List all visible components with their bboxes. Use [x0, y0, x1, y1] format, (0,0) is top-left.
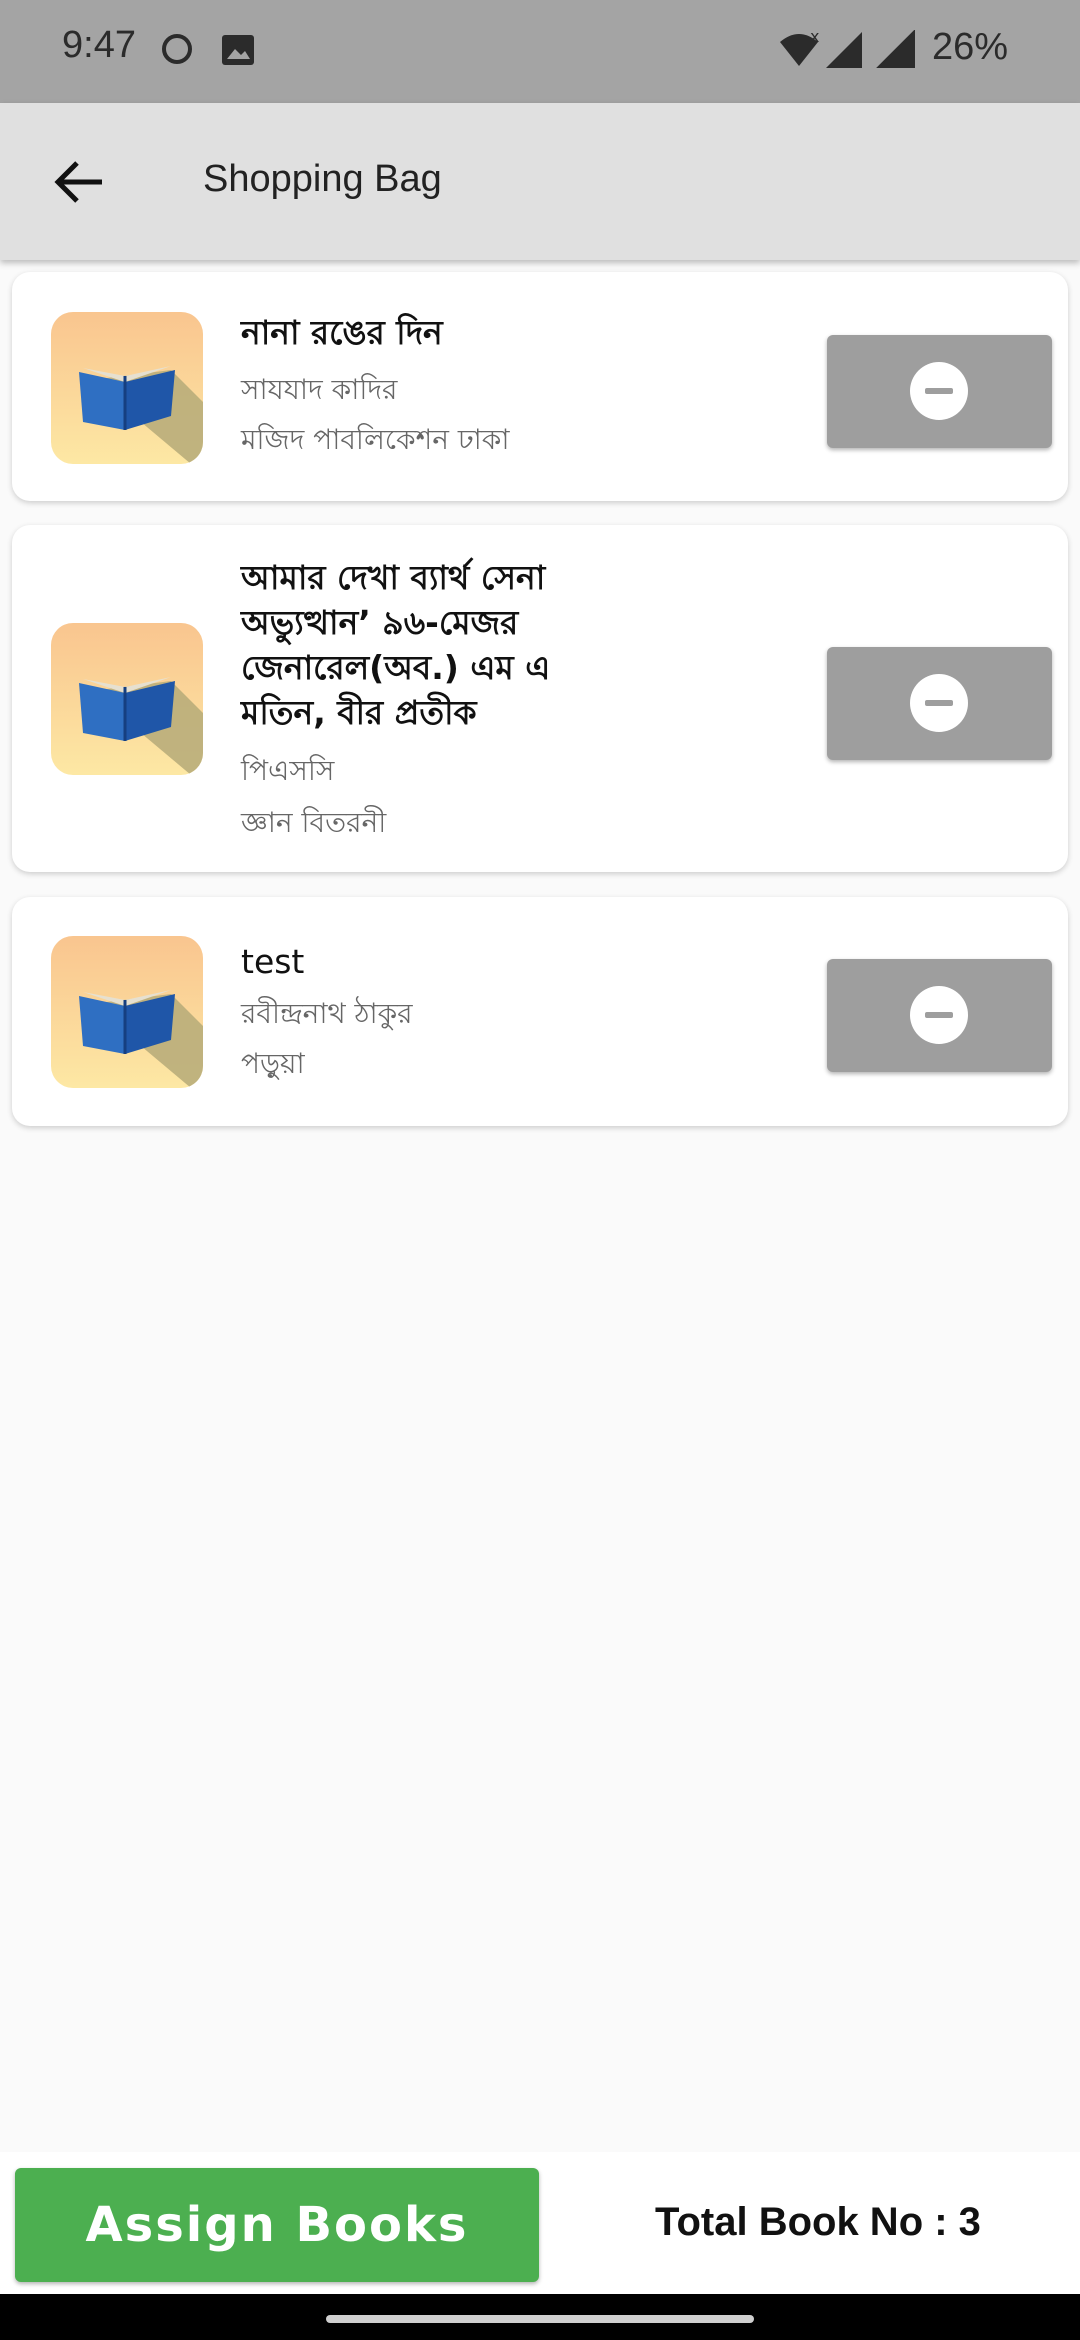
book-publisher: জ্ঞান বিতরনী — [241, 806, 387, 839]
system-nav-bar — [0, 2294, 1080, 2340]
signal-icon — [826, 32, 862, 68]
status-bar: 9:47 x 26% — [0, 0, 1080, 103]
open-book-icon — [51, 312, 203, 464]
book-author: রবীন্দ্রনাথ ঠাকুর — [241, 997, 413, 1030]
book-publisher: পড়ুয়া — [241, 1047, 305, 1080]
battery-level: 26% — [932, 26, 1009, 68]
image-notification-icon — [222, 35, 254, 65]
remove-book-button[interactable] — [827, 647, 1052, 760]
home-gesture-handle[interactable] — [326, 2315, 754, 2323]
book-author: সাযযাদ কাদির — [241, 373, 398, 406]
book-author: পিএসসি — [241, 754, 335, 787]
book-title: নানা রঙের দিন — [241, 313, 443, 352]
arrow-back-icon[interactable] — [44, 147, 114, 217]
book-card: test রবীন্দ্রনাথ ঠাকুর পড়ুয়া — [12, 897, 1068, 1126]
remove-book-button[interactable] — [827, 335, 1052, 448]
status-time: 9:47 — [62, 24, 136, 66]
open-book-icon — [51, 623, 203, 775]
signal-secondary-icon — [876, 30, 915, 68]
minus-circle-icon — [910, 362, 968, 420]
page-title: Shopping Bag — [203, 158, 442, 200]
wifi-icon: x — [780, 30, 819, 66]
book-card: নানা রঙের দিন সাযযাদ কাদির মজিদ পাবলিকেশ… — [12, 272, 1068, 501]
notification-circle-icon — [162, 34, 192, 64]
book-publisher: মজিদ পাবলিকেশন ঢাকা — [241, 423, 510, 456]
book-card: আমার দেখা ব্যার্থ সেনা অভ্যুত্থান’ ৯৬-মে… — [12, 525, 1068, 872]
svg-text:x: x — [810, 30, 819, 46]
book-title: test — [241, 942, 305, 981]
minus-circle-icon — [910, 986, 968, 1044]
app-bar: Shopping Bag — [0, 103, 1080, 260]
open-book-icon — [51, 936, 203, 1088]
assign-books-button[interactable]: Assign Books — [15, 2168, 539, 2282]
bottom-bar: Assign Books Total Book No : 3 — [0, 2152, 1080, 2294]
book-title: আমার দেখা ব্যার্থ সেনা অভ্যুত্থান’ ৯৬-মে… — [241, 558, 551, 732]
total-book-count: Total Book No : 3 — [655, 2200, 981, 2244]
minus-circle-icon — [910, 674, 968, 732]
remove-book-button[interactable] — [827, 959, 1052, 1072]
